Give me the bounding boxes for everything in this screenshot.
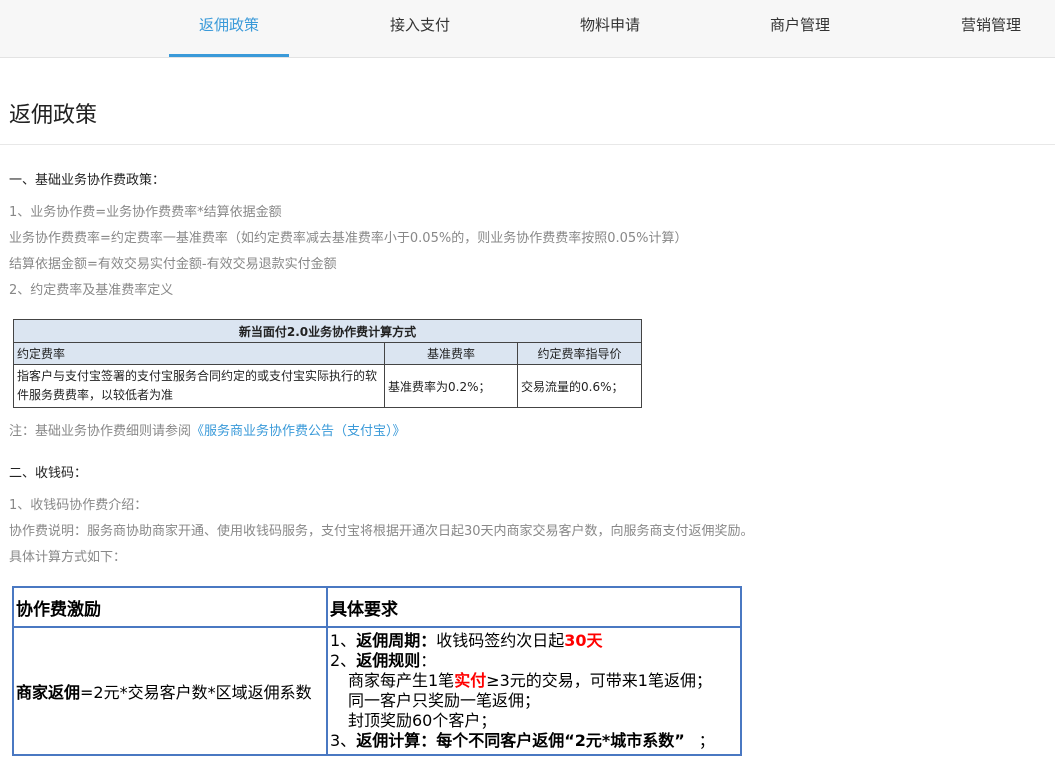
header-incentive: 协作费激励 [12,586,328,628]
req-cycle-days: 30天 [564,631,603,650]
header-requirements: 具体要求 [326,586,742,628]
nav-tab-payment-access[interactable]: 接入支付 [360,0,480,57]
req-rule-a-highlight: 实付 [454,671,487,690]
req-rule-a: 商家每产生1笔实付≥3元的交易，可带来1笔返佣； [330,671,738,691]
nav-tab-material-request[interactable]: 物料申请 [550,0,670,57]
qr-code-fee-table: 协作费激励 具体要求 商家返佣=2元*交易客户数*区域返佣系数 1、返佣周期：收… [12,586,742,756]
req-rules-label: 返佣规则 [356,651,421,670]
section2-heading: 二、收钱码： [9,466,88,481]
req-rule-a-pre: 商家每产生1笔 [348,671,455,690]
formula-label: 商家返佣 [16,683,81,702]
incentive-formula: 商家返佣=2元*交易客户数*区域返佣系数 [12,626,328,756]
table-caption: 新当面付2.0业务协作费计算方式 [13,319,642,343]
req-calc-tail: ； [698,731,715,750]
table-header-base-rate: 基准费率 [384,342,518,365]
req-rule-a-post: ≥3元的交易，可带来1笔返佣； [486,671,712,690]
req-rules-num: 2、 [330,651,357,670]
top-navigation: 返佣政策 接入支付 物料申请 商户管理 营销管理 [0,0,1055,58]
fee-announcement-link[interactable]: 《服务商业务协作费公告（支付宝）》 [191,424,406,439]
section2-line-1: 1、收钱码协作费介绍： [9,498,148,513]
title-divider [0,144,1055,145]
table-header-agreed-rate: 约定费率 [13,342,385,365]
req-rule-b: 同一客户只奖励一笔返佣； [348,691,541,710]
table-header-guide-price: 约定费率指导价 [517,342,642,365]
section1-line-3: 结算依据金额=有效交易实付金额-有效交易退款实付金额 [9,257,337,272]
section1-heading: 一、基础业务协作费政策： [9,173,166,188]
req-cycle-text: 收钱码签约次日起 [436,631,565,650]
table-cell-agreed-rate: 指客户与支付宝签署的支付宝服务合同约定的或支付宝实际执行的软件服务费费率，以较低… [13,364,385,408]
formula-text: =2元*交易客户数*区域返佣系数 [80,683,312,702]
nav-tab-marketing-management[interactable]: 营销管理 [931,0,1051,57]
req-calculation: 3、返佣计算：每个不同客户返佣“2元*城市系数” ； [330,731,738,751]
req-cycle: 1、返佣周期：收钱码签约次日起30天 [330,631,738,651]
nav-tab-merchant-management[interactable]: 商户管理 [740,0,860,57]
requirements-cell: 1、返佣周期：收钱码签约次日起30天 2、返佣规则： 商家每产生1笔实付≥3元的… [326,626,742,756]
req-rules: 2、返佣规则： [330,651,738,671]
section1-note: 注：基础业务协作费细则请参阅《服务商业务协作费公告（支付宝）》 [9,420,406,439]
table-cell-guide-price: 交易流量的0.6%； [517,364,642,408]
req-calc-text: 返佣计算：每个不同客户返佣“2元*城市系数” [356,731,685,750]
section1-line-2: 业务协作费费率=约定费率一基准费率（如约定费率减去基准费率小于0.05%的，则业… [9,231,688,246]
req-cycle-num: 1、 [330,631,357,650]
fee-calculation-table: 新当面付2.0业务协作费计算方式 约定费率 基准费率 约定费率指导价 指客户与支… [13,319,642,408]
req-cycle-label: 返佣周期： [356,631,437,650]
note-text: 注：基础业务协作费细则请参阅 [9,424,192,439]
section1-line-1: 1、业务协作费=业务协作费费率*结算依据金额 [9,205,282,220]
req-rule-c: 封顶奖励60个客户； [348,711,497,730]
section2-line-3: 具体计算方式如下： [9,550,127,565]
page-title: 返佣政策 [9,103,98,128]
section2-line-2: 协作费说明：服务商协助商家开通、使用收钱码服务，支付宝将根据开通次日起30天内商… [9,524,754,539]
nav-tab-rebate-policy[interactable]: 返佣政策 [169,0,289,57]
table-cell-base-rate: 基准费率为0.2%； [384,364,518,408]
req-rules-colon: ： [420,651,437,670]
req-calc-num: 3、 [330,731,357,750]
section1-line-4: 2、约定费率及基准费率定义 [9,283,174,298]
